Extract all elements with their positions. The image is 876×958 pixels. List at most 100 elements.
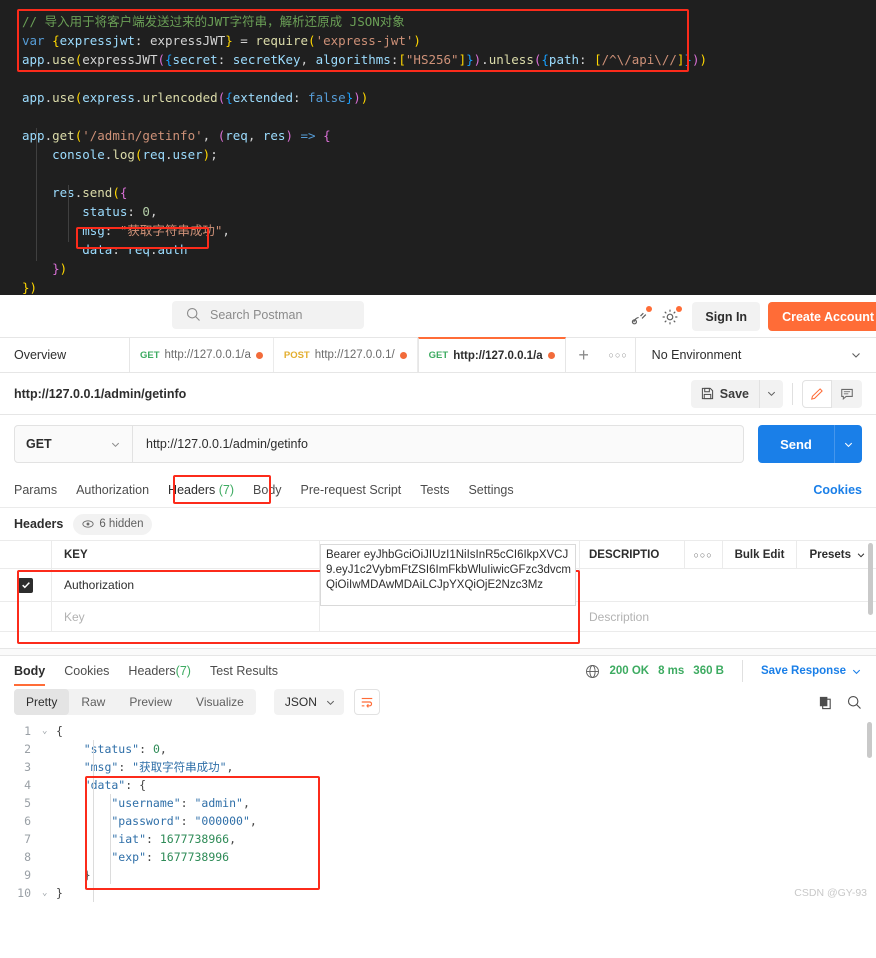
- fold-toggle-icon: [42, 848, 56, 866]
- tab-pre-request-script[interactable]: Pre-request Script: [301, 483, 402, 497]
- headers-scrollbar[interactable]: [868, 543, 873, 615]
- fold-toggle-icon[interactable]: ⌄: [42, 722, 56, 740]
- header-value-editor[interactable]: Bearer eyJhbGciOiJIUzI1NiIsInR5cCI6IkpXV…: [320, 544, 576, 606]
- tab-settings[interactable]: Settings: [468, 483, 513, 497]
- response-tab-cookies[interactable]: Cookies: [64, 656, 109, 686]
- tab-tests[interactable]: Tests: [420, 483, 449, 497]
- search-input[interactable]: Search Postman: [172, 301, 364, 329]
- cookies-link[interactable]: Cookies: [813, 483, 862, 497]
- fold-toggle-icon[interactable]: ⌄: [42, 884, 56, 902]
- bulk-edit-button[interactable]: Bulk Edit: [721, 541, 797, 568]
- url-input[interactable]: http://127.0.0.1/admin/getinfo: [133, 425, 744, 463]
- tab-body[interactable]: Body: [253, 483, 282, 497]
- request-tab-items: Params Authorization Headers (7) Body Pre-re…: [14, 483, 514, 497]
- fold-toggle-icon: [42, 776, 56, 794]
- tab-overview[interactable]: Overview: [0, 338, 130, 372]
- tab-count-badge: (7): [175, 664, 191, 678]
- line-number: 4: [24, 778, 31, 792]
- tabs-overflow-button[interactable]: ○○○: [602, 338, 636, 372]
- indent-guide: [68, 185, 69, 242]
- tab-label: Tests: [420, 483, 450, 497]
- code-line: // 导入用于将客户端发送过来的JWT字符串，解析还原成 JSON对象: [22, 14, 405, 29]
- tab-method-label: GET: [428, 350, 449, 361]
- send-options-button[interactable]: [834, 425, 862, 463]
- format-tab-raw[interactable]: Raw: [69, 689, 117, 715]
- header-key-cell[interactable]: Authorization: [52, 569, 320, 601]
- gear-icon[interactable]: [655, 303, 685, 331]
- http-method-select[interactable]: GET: [14, 425, 133, 463]
- sign-in-button[interactable]: Sign In: [692, 302, 761, 331]
- response-tab-test-results[interactable]: Test Results: [210, 656, 278, 686]
- response-format-tabs: Pretty Raw Preview Visualize: [14, 689, 256, 715]
- tab-params[interactable]: Params: [14, 483, 57, 497]
- indent-guide: [36, 128, 37, 261]
- row-checkbox[interactable]: [18, 577, 33, 593]
- tab-authorization[interactable]: Authorization: [76, 483, 149, 497]
- status-badge: 200 OK: [609, 665, 650, 677]
- tab-label: Headers: [128, 664, 176, 678]
- headers-overflow-button[interactable]: ○○○: [683, 541, 722, 568]
- comment-button[interactable]: [832, 379, 862, 408]
- line-number: 6: [24, 814, 31, 828]
- content-type-select[interactable]: JSON: [273, 689, 344, 715]
- json-line: 5 "username": "admin",: [0, 794, 876, 812]
- response-tab-body[interactable]: Body: [14, 656, 46, 686]
- format-tab-pretty[interactable]: Pretty: [14, 689, 70, 715]
- environment-selector[interactable]: No Environment: [636, 338, 876, 372]
- fold-toggle-icon: [42, 866, 56, 884]
- response-tabs: Body Cookies Headers (7) Test Results 200 O…: [0, 656, 876, 686]
- edit-pencil-button[interactable]: [802, 379, 832, 408]
- chevron-down-icon: [850, 349, 862, 361]
- save-options-button[interactable]: [759, 379, 783, 408]
- workspace-tab-2[interactable]: GET http://127.0.0.1/a: [417, 337, 566, 372]
- table-row[interactable]: Key Description: [0, 602, 876, 632]
- save-response-button[interactable]: Save Response: [761, 665, 862, 677]
- tab-count-badge: (7): [215, 483, 235, 497]
- presets-label: Presets: [809, 548, 851, 561]
- line-number: 7: [24, 832, 31, 846]
- format-tab-preview[interactable]: Preview: [117, 689, 184, 715]
- request-section-tabs: Params Authorization Headers (7) Body Pre-re…: [0, 473, 876, 508]
- tab-url-label: http://127.0.0.1/a: [164, 349, 251, 361]
- create-account-button[interactable]: Create Account: [768, 302, 876, 331]
- environment-label: No Environment: [651, 348, 742, 362]
- presets-button[interactable]: Presets: [796, 541, 876, 568]
- new-header-key-input[interactable]: Key: [52, 602, 320, 631]
- new-tab-button[interactable]: +: [566, 338, 602, 372]
- tab-headers[interactable]: Headers (7): [168, 483, 234, 497]
- search-icon[interactable]: [847, 695, 862, 710]
- copy-icon[interactable]: [818, 695, 833, 710]
- workspace-tab-0[interactable]: GET http://127.0.0.1/a: [130, 338, 274, 372]
- save-button[interactable]: Save: [690, 379, 759, 408]
- wrap-lines-button[interactable]: [353, 689, 380, 715]
- tab-label: Params: [14, 483, 58, 497]
- format-tab-visualize[interactable]: Visualize: [184, 689, 256, 715]
- response-scrollbar[interactable]: [867, 722, 872, 758]
- page-title: http://127.0.0.1/admin/getinfo: [14, 386, 187, 401]
- save-label: Save: [719, 386, 749, 401]
- line-number: 9: [24, 868, 31, 882]
- line-number: 5: [24, 796, 31, 810]
- send-button[interactable]: Send: [758, 425, 834, 463]
- row-checkbox-cell: [0, 569, 52, 601]
- response-status-bar: 200 OK 8 ms 360 B Save Response: [585, 660, 862, 682]
- new-header-value-input[interactable]: [320, 602, 580, 631]
- response-tab-headers[interactable]: Headers (7): [128, 656, 191, 686]
- unsaved-indicator-icon: [547, 352, 555, 359]
- tab-label: Authorization: [76, 483, 150, 497]
- code-line: }): [22, 280, 38, 295]
- new-header-description-input[interactable]: Description: [580, 602, 876, 631]
- satellite-icon[interactable]: [625, 303, 655, 331]
- th-checkbox: [0, 541, 52, 568]
- hidden-headers-toggle[interactable]: 6 hidden: [73, 513, 153, 535]
- notification-dot: [646, 305, 653, 312]
- code-line: status: 0,: [22, 204, 158, 219]
- request-tab-list: GET http://127.0.0.1/a POST http://127.0.0.…: [130, 337, 566, 372]
- response-divider: [0, 648, 876, 656]
- search-icon: [186, 307, 201, 322]
- header-description-cell[interactable]: [580, 569, 876, 601]
- workspace-tab-1[interactable]: POST http://127.0.0.1/: [274, 338, 418, 372]
- json-indent-guide: [110, 794, 111, 884]
